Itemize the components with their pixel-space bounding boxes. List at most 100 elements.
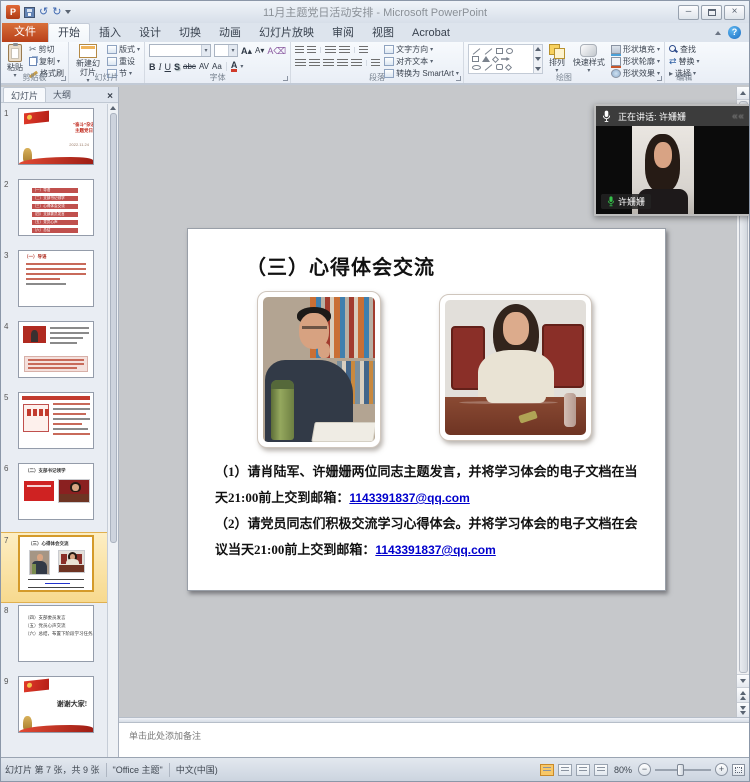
shapes-scroll-down-icon[interactable] — [535, 57, 541, 61]
curve-shape-icon[interactable] — [485, 64, 493, 71]
strikethrough-button[interactable]: abc — [183, 62, 196, 72]
tab-review[interactable]: 审阅 — [323, 24, 363, 42]
email-link-1[interactable]: 1143391837@qq.com — [349, 491, 469, 505]
thumbnail-row-8[interactable]: 8 （四）支部委员发言 （五）党员心声交流 （六）总结，布置下阶段学习任务。 — [1, 603, 107, 674]
paragraph-dialog-launcher[interactable] — [456, 76, 461, 81]
panel-scroll-thumb[interactable] — [110, 113, 117, 543]
shapes-gallery[interactable] — [468, 44, 534, 74]
photo-xu-shanshan[interactable] — [439, 294, 592, 441]
panel-scroll-up-icon[interactable] — [110, 106, 116, 110]
reset-button[interactable]: 重设 — [107, 57, 140, 66]
save-icon[interactable] — [24, 7, 35, 18]
slide-5-thumbnail[interactable] — [18, 392, 94, 449]
thumbnail-row-4[interactable]: 4 — [1, 319, 107, 390]
font-color-dropdown-icon[interactable]: ▾ — [240, 64, 243, 70]
tab-view[interactable]: 视图 — [363, 24, 403, 42]
copy-button[interactable]: 复制▾ — [29, 57, 64, 66]
line-spacing-icon[interactable] — [359, 46, 368, 54]
notes-pane[interactable]: 单击此处添加备注 — [119, 723, 749, 757]
zoom-level[interactable]: 80% — [614, 765, 632, 775]
slide-4-thumbnail[interactable] — [18, 321, 94, 378]
align-center-icon[interactable] — [309, 59, 320, 67]
increase-indent-icon[interactable] — [339, 46, 350, 54]
thumbnail-row-1[interactable]: 1 “奋斗”杂志社党支部主题党日学习活动 2022.11.24 — [1, 106, 107, 177]
callout-shape-icon[interactable] — [496, 64, 503, 70]
font-name-dropdown-icon[interactable]: ▾ — [201, 45, 210, 56]
arrow-line-shape-icon[interactable] — [485, 48, 493, 55]
align-text-button[interactable]: 对齐文本▾ — [384, 57, 459, 66]
text-direction-button[interactable]: 文字方向▾ — [384, 45, 459, 54]
columns-icon[interactable] — [371, 59, 380, 67]
thumbnail-row-5[interactable]: 5 — [1, 390, 107, 461]
theme-name[interactable]: "Office 主题" — [113, 763, 163, 776]
tab-acrobat[interactable]: Acrobat — [403, 24, 459, 42]
help-icon[interactable]: ? — [728, 26, 741, 39]
text-shadow-button[interactable]: S — [174, 62, 180, 72]
arrange-button[interactable]: 排列 ▾ — [547, 44, 567, 74]
rounded-rect-shape-icon[interactable] — [472, 56, 479, 62]
scroll-down-button[interactable] — [737, 674, 750, 687]
align-right-icon[interactable] — [323, 59, 334, 67]
zoom-slider-thumb[interactable] — [677, 764, 684, 776]
thumbnail-row-2[interactable]: 2 （一）导语 （二）支部书记领学 （三）心得体会交流 （四）支部委员发言 （五… — [1, 177, 107, 248]
clear-formatting-button[interactable]: A⌫ — [267, 46, 286, 56]
shape-fill-button[interactable]: 形状填充▾ — [611, 45, 660, 54]
numbering-icon[interactable] — [307, 46, 316, 54]
find-button[interactable]: 查找 — [669, 45, 700, 54]
zoom-slider[interactable] — [655, 769, 711, 771]
diamond-shape-icon[interactable] — [492, 55, 499, 62]
bold-button[interactable]: B — [149, 62, 156, 72]
tab-slideshow[interactable]: 幻灯片放映 — [250, 24, 323, 42]
grow-font-button[interactable]: A▴ — [241, 46, 252, 56]
tab-insert[interactable]: 插入 — [90, 24, 130, 42]
shapes-scroll-up-icon[interactable] — [535, 47, 541, 51]
shape-outline-button[interactable]: 形状轮廓▾ — [611, 57, 660, 66]
clipboard-dialog-launcher[interactable] — [61, 76, 66, 81]
star-shape-icon[interactable] — [505, 63, 512, 70]
redo-icon[interactable]: ↻ — [52, 7, 61, 18]
bullets-icon[interactable] — [295, 46, 304, 54]
tab-slides-thumbnails[interactable]: 幻灯片 — [3, 87, 46, 102]
previous-slide-button[interactable] — [737, 687, 750, 702]
align-left-icon[interactable] — [295, 59, 306, 67]
shapes-more-icon[interactable] — [535, 67, 541, 71]
maximize-button[interactable] — [701, 5, 722, 20]
triangle-shape-icon[interactable] — [482, 56, 490, 62]
collapse-ribbon-icon[interactable] — [715, 31, 721, 35]
panel-scrollbar[interactable] — [107, 104, 118, 757]
photo-xiao-lujun[interactable] — [257, 291, 381, 448]
drawing-dialog-launcher[interactable] — [657, 76, 662, 81]
language-indicator[interactable]: 中文(中国) — [176, 763, 218, 776]
slide-3-thumbnail[interactable]: （一）导语 — [18, 250, 94, 307]
tab-animations[interactable]: 动画 — [210, 24, 250, 42]
slide-body-text[interactable]: （1）请肖陆军、许姗姗两位同志主题发言，并将学习体会的电子文档在当天21:00前… — [215, 459, 643, 563]
zoom-in-button[interactable]: + — [715, 763, 728, 776]
font-size-combobox[interactable]: ▾ — [214, 44, 238, 57]
video-call-overlay[interactable]: 正在讲话: 许姗姗 « « 许姗姗 — [594, 104, 750, 216]
thumbnail-row-3[interactable]: 3 （一）导语 — [1, 248, 107, 319]
font-size-dropdown-icon[interactable]: ▾ — [228, 45, 237, 56]
font-color-button[interactable]: A — [231, 61, 238, 72]
slide-7-thumbnail[interactable]: （三）心得体会交流 — [18, 535, 94, 592]
overlay-actions-icon[interactable]: « « — [732, 111, 743, 122]
font-dialog-launcher[interactable] — [283, 76, 288, 81]
slide-1-thumbnail[interactable]: “奋斗”杂志社党支部主题党日学习活动 2022.11.24 — [18, 108, 94, 165]
close-button[interactable]: × — [724, 5, 745, 20]
rectangle-shape-icon[interactable] — [496, 48, 503, 54]
layout-button[interactable]: 版式▾ — [107, 45, 140, 54]
tab-home[interactable]: 开始 — [48, 23, 90, 42]
tab-transitions[interactable]: 切换 — [170, 24, 210, 42]
thumbnail-row-7-selected[interactable]: 7 （三）心得体会交流 — [1, 532, 107, 603]
thumbnail-row-9[interactable]: 9 谢谢大家! — [1, 674, 107, 745]
slide-sorter-view-button[interactable] — [558, 764, 572, 776]
arrow-shape-icon[interactable] — [501, 57, 510, 61]
replace-button[interactable]: ⇄替换▾ — [669, 57, 700, 66]
qat-customize-icon[interactable] — [65, 10, 71, 14]
decrease-indent-icon[interactable] — [325, 46, 336, 54]
minimize-button[interactable]: – — [678, 5, 699, 20]
tab-file[interactable]: 文件 — [2, 23, 48, 42]
reading-view-button[interactable] — [576, 764, 590, 776]
line-shape-icon[interactable] — [473, 48, 481, 55]
zoom-out-button[interactable]: − — [638, 763, 651, 776]
cut-button[interactable]: ✂剪切 — [29, 45, 64, 54]
